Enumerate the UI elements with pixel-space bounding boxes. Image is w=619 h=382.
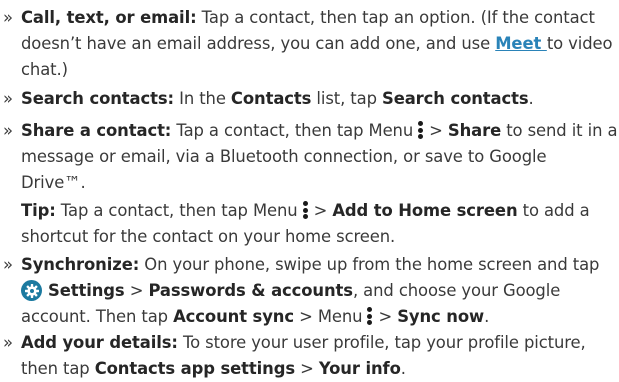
list-item-add-your-details: » Add your details: To store your user pr… bbox=[3, 330, 617, 382]
item-heading: Call, text, or email: bbox=[21, 8, 197, 27]
contacts-help-page: » Call, text, or email: Tap a contact, th… bbox=[0, 0, 619, 378]
item-heading: Synchronize: bbox=[21, 255, 140, 274]
menu-kebab-icon bbox=[416, 120, 425, 140]
bullet: » bbox=[3, 89, 13, 108]
meet-link[interactable]: Meet bbox=[495, 34, 547, 53]
item-heading: Search contacts: bbox=[21, 89, 174, 108]
list-item-share-contact: » Share a contact: Tap a contact, then ta… bbox=[3, 118, 618, 196]
item-heading: Add your details: bbox=[21, 333, 178, 352]
list-item-synchronize: » Synchronize: On your phone, swipe up fr… bbox=[3, 252, 617, 330]
bullet: » bbox=[3, 8, 13, 27]
bullet: » bbox=[3, 255, 13, 274]
settings-gear-icon bbox=[21, 280, 42, 301]
menu-kebab-icon bbox=[365, 306, 374, 326]
list-item-call-text-email: » Call, text, or email: Tap a contact, th… bbox=[3, 5, 617, 83]
tip-label: Tip: bbox=[21, 201, 56, 220]
bullet: » bbox=[3, 121, 13, 140]
bullet: » bbox=[3, 333, 13, 352]
tip-paragraph: Tip: Tap a contact, then tap Menu > Add t… bbox=[21, 200, 590, 246]
item-heading: Share a contact: bbox=[21, 121, 172, 140]
list-item-search-contacts: » Search contacts: In the Contacts list, … bbox=[3, 86, 617, 112]
menu-kebab-icon bbox=[301, 200, 310, 220]
